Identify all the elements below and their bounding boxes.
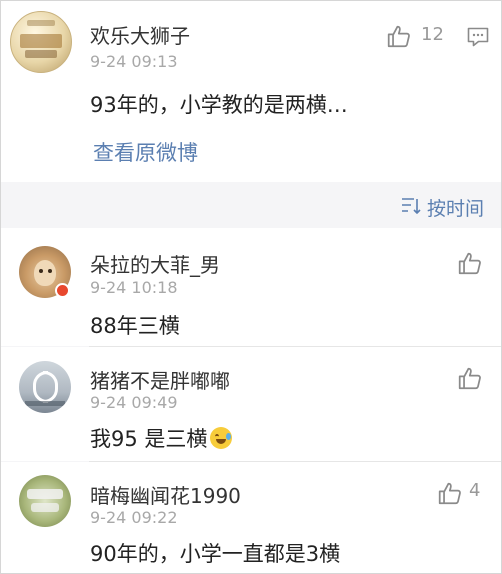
reply-text: 88年三横 — [90, 314, 180, 338]
thumbs-up-icon[interactable] — [457, 365, 483, 391]
list-item: 猪猪不是胖嘟嘟 9-24 09:49 我95 是三横 — [1, 346, 501, 461]
list-item: 朵拉的大菲_男 9-24 10:18 88年三横 — [1, 228, 501, 346]
like-count: 12 — [421, 24, 444, 45]
reply-time: 9-24 09:22 — [90, 508, 178, 527]
reply-user-name[interactable]: 暗梅幽闻花1990 — [90, 480, 241, 509]
sort-bar: 按时间 — [1, 182, 501, 228]
divider — [89, 346, 501, 347]
sort-by-time-button[interactable]: 按时间 — [427, 194, 484, 221]
reply-text: 我95 是三横 — [90, 423, 233, 453]
thumbs-up-icon[interactable] — [386, 23, 412, 49]
reply-text: 90年的，小学一直都是3横 — [90, 542, 341, 566]
reply-user-name[interactable]: 朵拉的大菲_男 — [90, 249, 220, 278]
avatar[interactable] — [10, 11, 72, 73]
reply-time: 9-24 10:18 — [90, 278, 178, 297]
comment-user-name[interactable]: 欢乐大狮子 — [90, 20, 190, 49]
thumbs-up-icon[interactable] — [437, 480, 463, 506]
list-item: 暗梅幽闻花1990 9-24 09:22 90年的，小学一直都是3横 4 — [1, 461, 501, 573]
like-count: 4 — [469, 480, 481, 501]
comment-text: 93年的，小学教的是两横… — [90, 93, 348, 117]
reply-user-name[interactable]: 猪猪不是胖嘟嘟 — [90, 365, 230, 394]
avatar[interactable] — [19, 475, 71, 527]
verified-badge-icon — [55, 283, 70, 298]
comment-reply-icon[interactable] — [466, 25, 490, 49]
laughing-crying-emoji-icon — [210, 427, 233, 449]
sort-icon[interactable] — [401, 197, 421, 215]
main-comment: 欢乐大狮子 9-24 09:13 12 93年的，小学教的是两横… 查看原微博 — [1, 1, 501, 182]
thumbs-up-icon[interactable] — [457, 250, 483, 276]
avatar[interactable] — [19, 361, 71, 413]
divider — [89, 461, 501, 462]
comment-time: 9-24 09:13 — [90, 52, 178, 71]
reply-text-content: 我95 是三横 — [90, 427, 208, 451]
comments-page: 欢乐大狮子 9-24 09:13 12 93年的，小学教的是两横… 查看原微博 … — [0, 0, 502, 574]
view-original-post-link[interactable]: 查看原微博 — [93, 137, 198, 167]
reply-time: 9-24 09:49 — [90, 393, 178, 412]
